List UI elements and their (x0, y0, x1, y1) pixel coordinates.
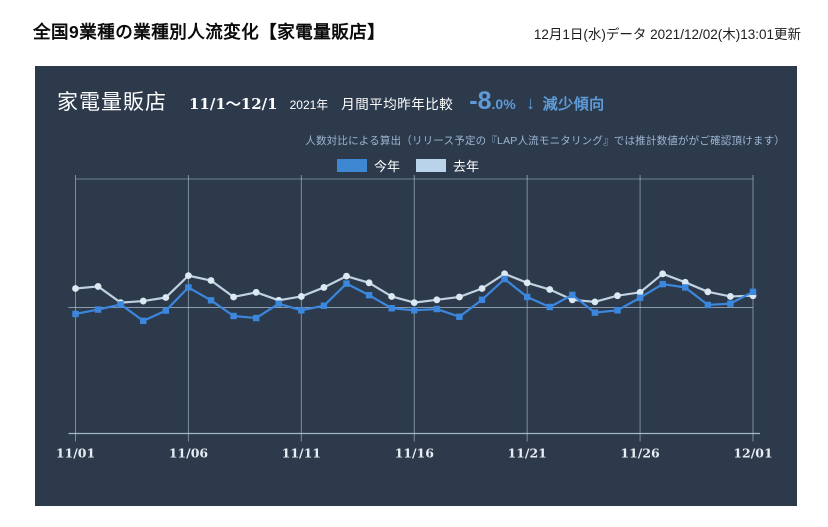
data-point-marker (230, 312, 237, 320)
data-point-marker (94, 306, 102, 313)
data-point-marker (343, 272, 350, 280)
data-point-marker (704, 301, 712, 309)
data-point-marker (523, 279, 531, 287)
data-point-marker (297, 293, 305, 300)
data-point-marker (162, 294, 170, 301)
data-point-marker (185, 284, 192, 291)
data-point-marker (546, 303, 553, 311)
data-point-marker (320, 302, 328, 309)
traffic-line-chart: 11/01 11/06 11/11 11/16 11/21 11/26 12/01 (56, 175, 773, 461)
data-point-marker (207, 297, 215, 304)
data-point-marker (365, 291, 373, 299)
data-point-marker (162, 307, 170, 314)
data-point-marker (727, 300, 734, 307)
update-timestamp: 12月1日(水)データ 2021/12/02(木)13:01更新 (533, 27, 801, 42)
data-point-marker (546, 286, 554, 293)
data-point-marker (365, 279, 373, 287)
data-point-marker (433, 296, 441, 304)
data-point-marker (456, 313, 463, 320)
data-point-marker (456, 293, 463, 301)
data-point-marker (614, 292, 621, 300)
x-tick-label: 12/01 (733, 446, 772, 461)
data-point-marker (388, 305, 395, 312)
data-point-marker (501, 275, 508, 283)
data-point-marker (139, 297, 147, 305)
chart-panel: 家電量販店 11/1～12/1 2021年 月間平均昨年比較 -8.0% ↓ 減… (35, 66, 797, 506)
data-point-marker (749, 288, 757, 296)
data-point-marker (185, 272, 192, 280)
data-point-marker (117, 301, 124, 308)
data-point-marker (478, 285, 486, 292)
page-title: 全国9業種の業種別人流変化【家電量販店】 (33, 22, 386, 42)
data-point-marker (230, 293, 237, 301)
data-point-marker (72, 310, 79, 318)
data-point-marker (140, 317, 147, 325)
data-point-marker (343, 280, 350, 287)
data-point-marker (478, 296, 486, 303)
data-point-marker (72, 285, 79, 292)
data-point-marker (727, 293, 734, 300)
data-point-marker (207, 277, 215, 284)
data-point-marker (410, 299, 418, 307)
data-point-marker (433, 305, 441, 313)
data-point-marker (659, 270, 667, 278)
x-tick-label: 11/01 (56, 446, 95, 461)
data-point-marker (591, 298, 599, 306)
data-point-marker (591, 309, 599, 316)
data-point-marker (94, 283, 102, 290)
data-point-marker (659, 280, 666, 288)
data-point-marker (569, 291, 576, 299)
data-point-marker (636, 294, 644, 301)
x-tick-label: 11/06 (169, 446, 209, 461)
data-point-marker (252, 288, 260, 296)
data-point-marker (252, 314, 260, 322)
data-point-marker (298, 307, 305, 314)
data-point-marker (411, 307, 418, 314)
data-point-marker (320, 284, 328, 291)
data-point-marker (704, 288, 712, 296)
x-tick-label: 11/11 (282, 446, 321, 461)
data-point-marker (388, 293, 396, 300)
x-tick-label: 11/21 (507, 446, 546, 461)
data-point-marker (275, 300, 282, 307)
x-tick-label: 11/26 (620, 446, 660, 461)
x-tick-label: 11/16 (395, 446, 435, 461)
data-point-marker (523, 293, 531, 301)
data-point-marker (682, 284, 689, 291)
data-point-marker (614, 307, 621, 314)
